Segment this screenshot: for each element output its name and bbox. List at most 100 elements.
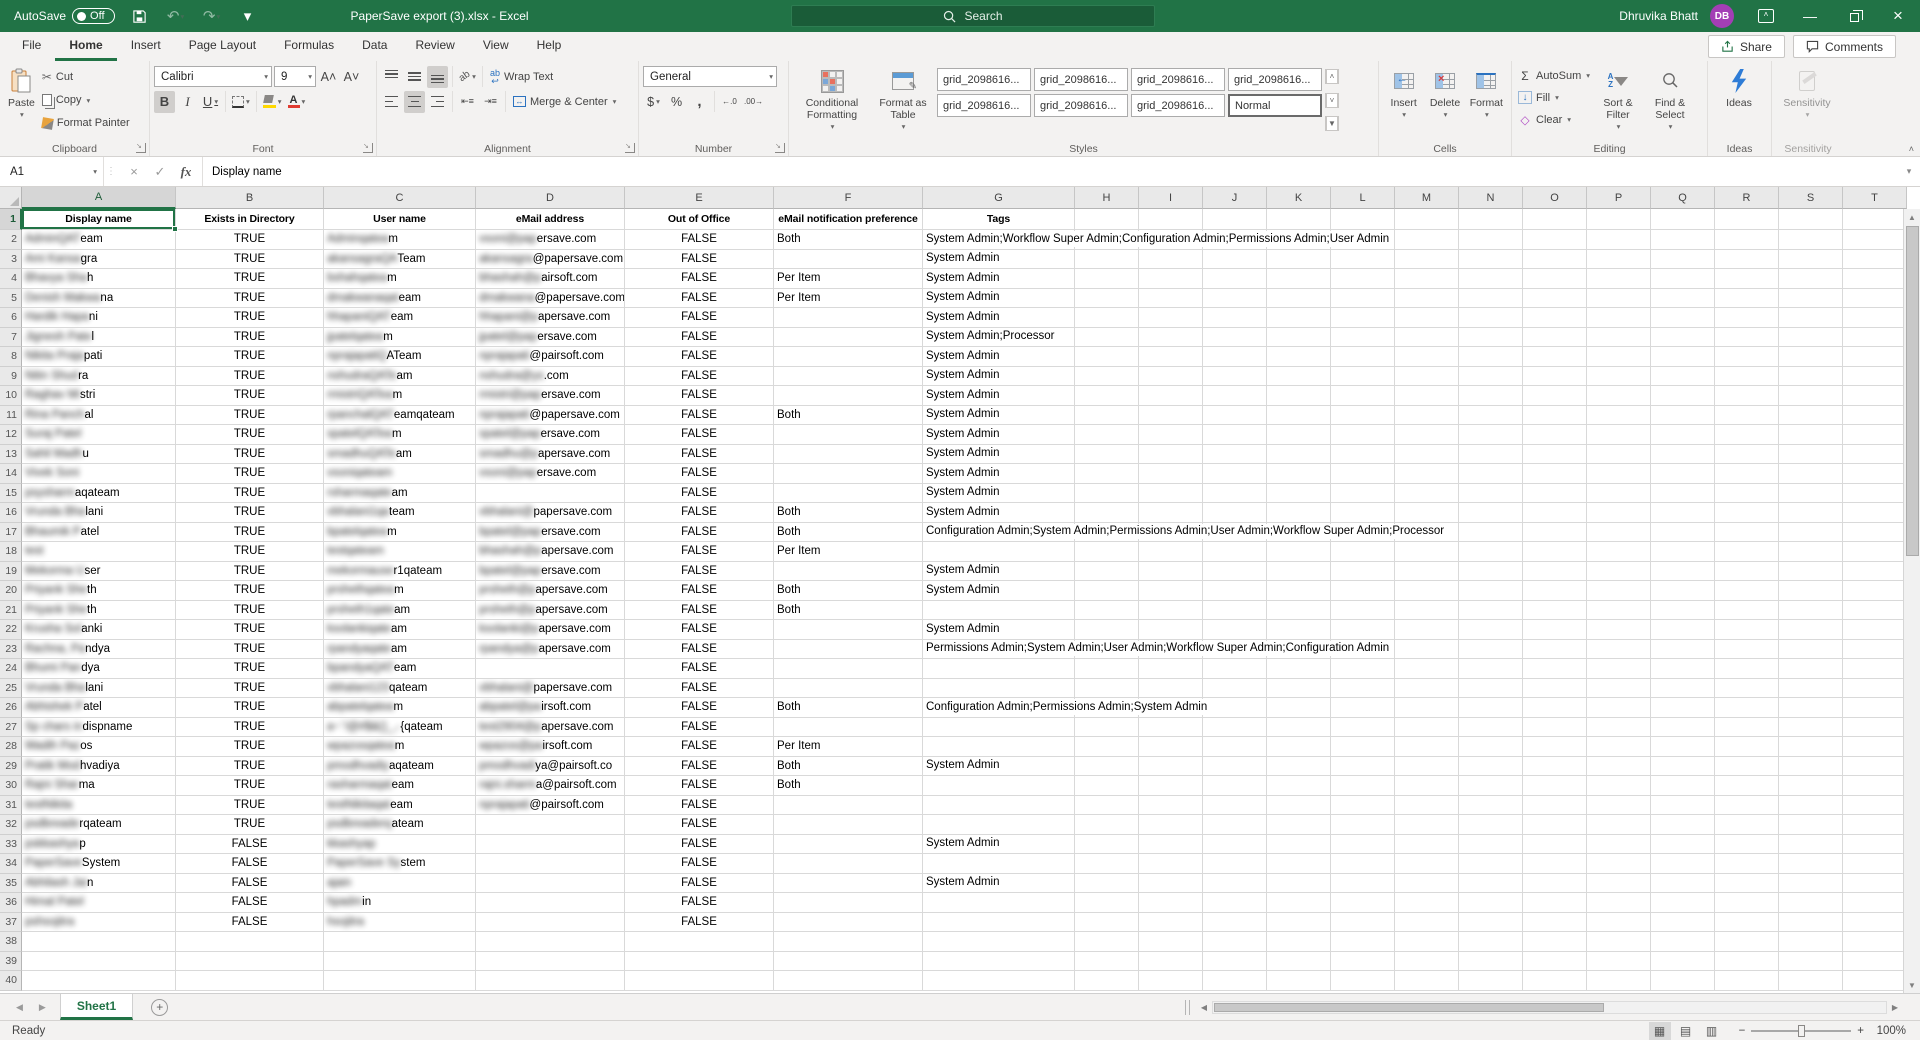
zoom-out-button[interactable]: − xyxy=(1739,1025,1746,1037)
cell-T32[interactable] xyxy=(1843,815,1907,835)
normal-view-button[interactable]: ▦ xyxy=(1649,1022,1671,1040)
cell-K31[interactable] xyxy=(1267,796,1331,816)
cell-R13[interactable] xyxy=(1715,445,1779,465)
cell-F11[interactable]: Both xyxy=(774,406,923,426)
cell-C25[interactable]: vbhalani123qateam xyxy=(324,679,476,699)
cell-H21[interactable] xyxy=(1075,601,1139,621)
cell-O39[interactable] xyxy=(1523,952,1587,972)
cell-J8[interactable] xyxy=(1203,347,1267,367)
sort-filter-button[interactable]: AZ Sort & Filter ▾ xyxy=(1592,64,1644,136)
cell-J21[interactable] xyxy=(1203,601,1267,621)
cell-Q35[interactable] xyxy=(1651,874,1715,894)
cell-T17[interactable] xyxy=(1843,523,1907,543)
cell-M22[interactable] xyxy=(1395,620,1459,640)
row-header-16[interactable]: 16 xyxy=(0,503,22,523)
cell-H3[interactable] xyxy=(1075,250,1139,270)
cell-H40[interactable] xyxy=(1075,971,1139,991)
cell-G37[interactable] xyxy=(923,913,1075,933)
cell-L7[interactable] xyxy=(1331,328,1395,348)
cell-Q37[interactable] xyxy=(1651,913,1715,933)
cell-I21[interactable] xyxy=(1139,601,1203,621)
middle-align-button[interactable] xyxy=(404,66,425,88)
cell-A25[interactable]: Vrunda Bhalani xyxy=(22,679,176,699)
cell-C5[interactable]: dmakwanaqateam xyxy=(324,289,476,309)
cell-M31[interactable] xyxy=(1395,796,1459,816)
enter-button[interactable]: ✓ xyxy=(148,160,172,184)
row-header-10[interactable]: 10 xyxy=(0,386,22,406)
cell-D32[interactable] xyxy=(476,815,625,835)
row-header-35[interactable]: 35 xyxy=(0,874,22,894)
cell-L15[interactable] xyxy=(1331,484,1395,504)
cell-B7[interactable]: TRUE xyxy=(176,328,324,348)
cell-J11[interactable] xyxy=(1203,406,1267,426)
tab-view[interactable]: View xyxy=(469,32,523,61)
cell-A24[interactable]: Bhumi Pandya xyxy=(22,659,176,679)
cell-T19[interactable] xyxy=(1843,562,1907,582)
cell-O37[interactable] xyxy=(1523,913,1587,933)
cell-A22[interactable]: Krusha Solanki xyxy=(22,620,176,640)
cell-R16[interactable] xyxy=(1715,503,1779,523)
cell-E23[interactable]: FALSE xyxy=(625,640,774,660)
cell-K13[interactable] xyxy=(1267,445,1331,465)
cell-I27[interactable] xyxy=(1139,718,1203,738)
cell-B30[interactable]: TRUE xyxy=(176,776,324,796)
cell-Q26[interactable] xyxy=(1651,698,1715,718)
cell-I4[interactable] xyxy=(1139,269,1203,289)
cell-G34[interactable] xyxy=(923,854,1075,874)
cell-M11[interactable] xyxy=(1395,406,1459,426)
cell-H12[interactable] xyxy=(1075,425,1139,445)
cell-N37[interactable] xyxy=(1459,913,1523,933)
cell-J33[interactable] xyxy=(1203,835,1267,855)
cell-B15[interactable]: TRUE xyxy=(176,484,324,504)
cell-O10[interactable] xyxy=(1523,386,1587,406)
cell-N23[interactable] xyxy=(1459,640,1523,660)
cell-R20[interactable] xyxy=(1715,581,1779,601)
vertical-scroll-thumb[interactable] xyxy=(1906,226,1919,556)
row-header-6[interactable]: 6 xyxy=(0,308,22,328)
scroll-right-button[interactable]: ▶ xyxy=(1887,1003,1903,1012)
cell-S11[interactable] xyxy=(1779,406,1843,426)
cell-A20[interactable]: Priyank Sheth xyxy=(22,581,176,601)
cell-I5[interactable] xyxy=(1139,289,1203,309)
cell-C36[interactable]: hpadmin xyxy=(324,893,476,913)
cell-E34[interactable]: FALSE xyxy=(625,854,774,874)
cell-G23[interactable]: Permissions Admin;System Admin;User Admi… xyxy=(923,640,1075,660)
cell-S5[interactable] xyxy=(1779,289,1843,309)
row-header-17[interactable]: 17 xyxy=(0,523,22,543)
cell-K21[interactable] xyxy=(1267,601,1331,621)
row-header-13[interactable]: 13 xyxy=(0,445,22,465)
cell-F25[interactable] xyxy=(774,679,923,699)
paste-button[interactable]: Paste ▾ xyxy=(4,64,39,136)
cell-M18[interactable] xyxy=(1395,542,1459,562)
cell-M30[interactable] xyxy=(1395,776,1459,796)
cell-F20[interactable]: Both xyxy=(774,581,923,601)
cell-I3[interactable] xyxy=(1139,250,1203,270)
cell-A14[interactable]: Vivek Soni xyxy=(22,464,176,484)
cell-F38[interactable] xyxy=(774,932,923,952)
cell-F36[interactable] xyxy=(774,893,923,913)
cut-button[interactable]: ✂Cut xyxy=(39,66,133,88)
cell-I15[interactable] xyxy=(1139,484,1203,504)
cell-H38[interactable] xyxy=(1075,932,1139,952)
cell-C6[interactable]: hhapaniQATeam xyxy=(324,308,476,328)
cell-Q14[interactable] xyxy=(1651,464,1715,484)
cell-K28[interactable] xyxy=(1267,737,1331,757)
cell-K18[interactable] xyxy=(1267,542,1331,562)
cell-F33[interactable] xyxy=(774,835,923,855)
cell-B1[interactable]: Exists in Directory xyxy=(176,209,324,230)
cell-N36[interactable] xyxy=(1459,893,1523,913)
cell-O21[interactable] xyxy=(1523,601,1587,621)
cell-O14[interactable] xyxy=(1523,464,1587,484)
cell-Q32[interactable] xyxy=(1651,815,1715,835)
cell-B40[interactable] xyxy=(176,971,324,991)
cell-C30[interactable]: rasharmaqateam xyxy=(324,776,476,796)
cell-T37[interactable] xyxy=(1843,913,1907,933)
cell-O40[interactable] xyxy=(1523,971,1587,991)
cell-K25[interactable] xyxy=(1267,679,1331,699)
cell-C29[interactable]: pmodhvadiyaqateam xyxy=(324,757,476,777)
cell-B20[interactable]: TRUE xyxy=(176,581,324,601)
cell-J37[interactable] xyxy=(1203,913,1267,933)
cell-J34[interactable] xyxy=(1203,854,1267,874)
cell-R26[interactable] xyxy=(1715,698,1779,718)
cell-H10[interactable] xyxy=(1075,386,1139,406)
